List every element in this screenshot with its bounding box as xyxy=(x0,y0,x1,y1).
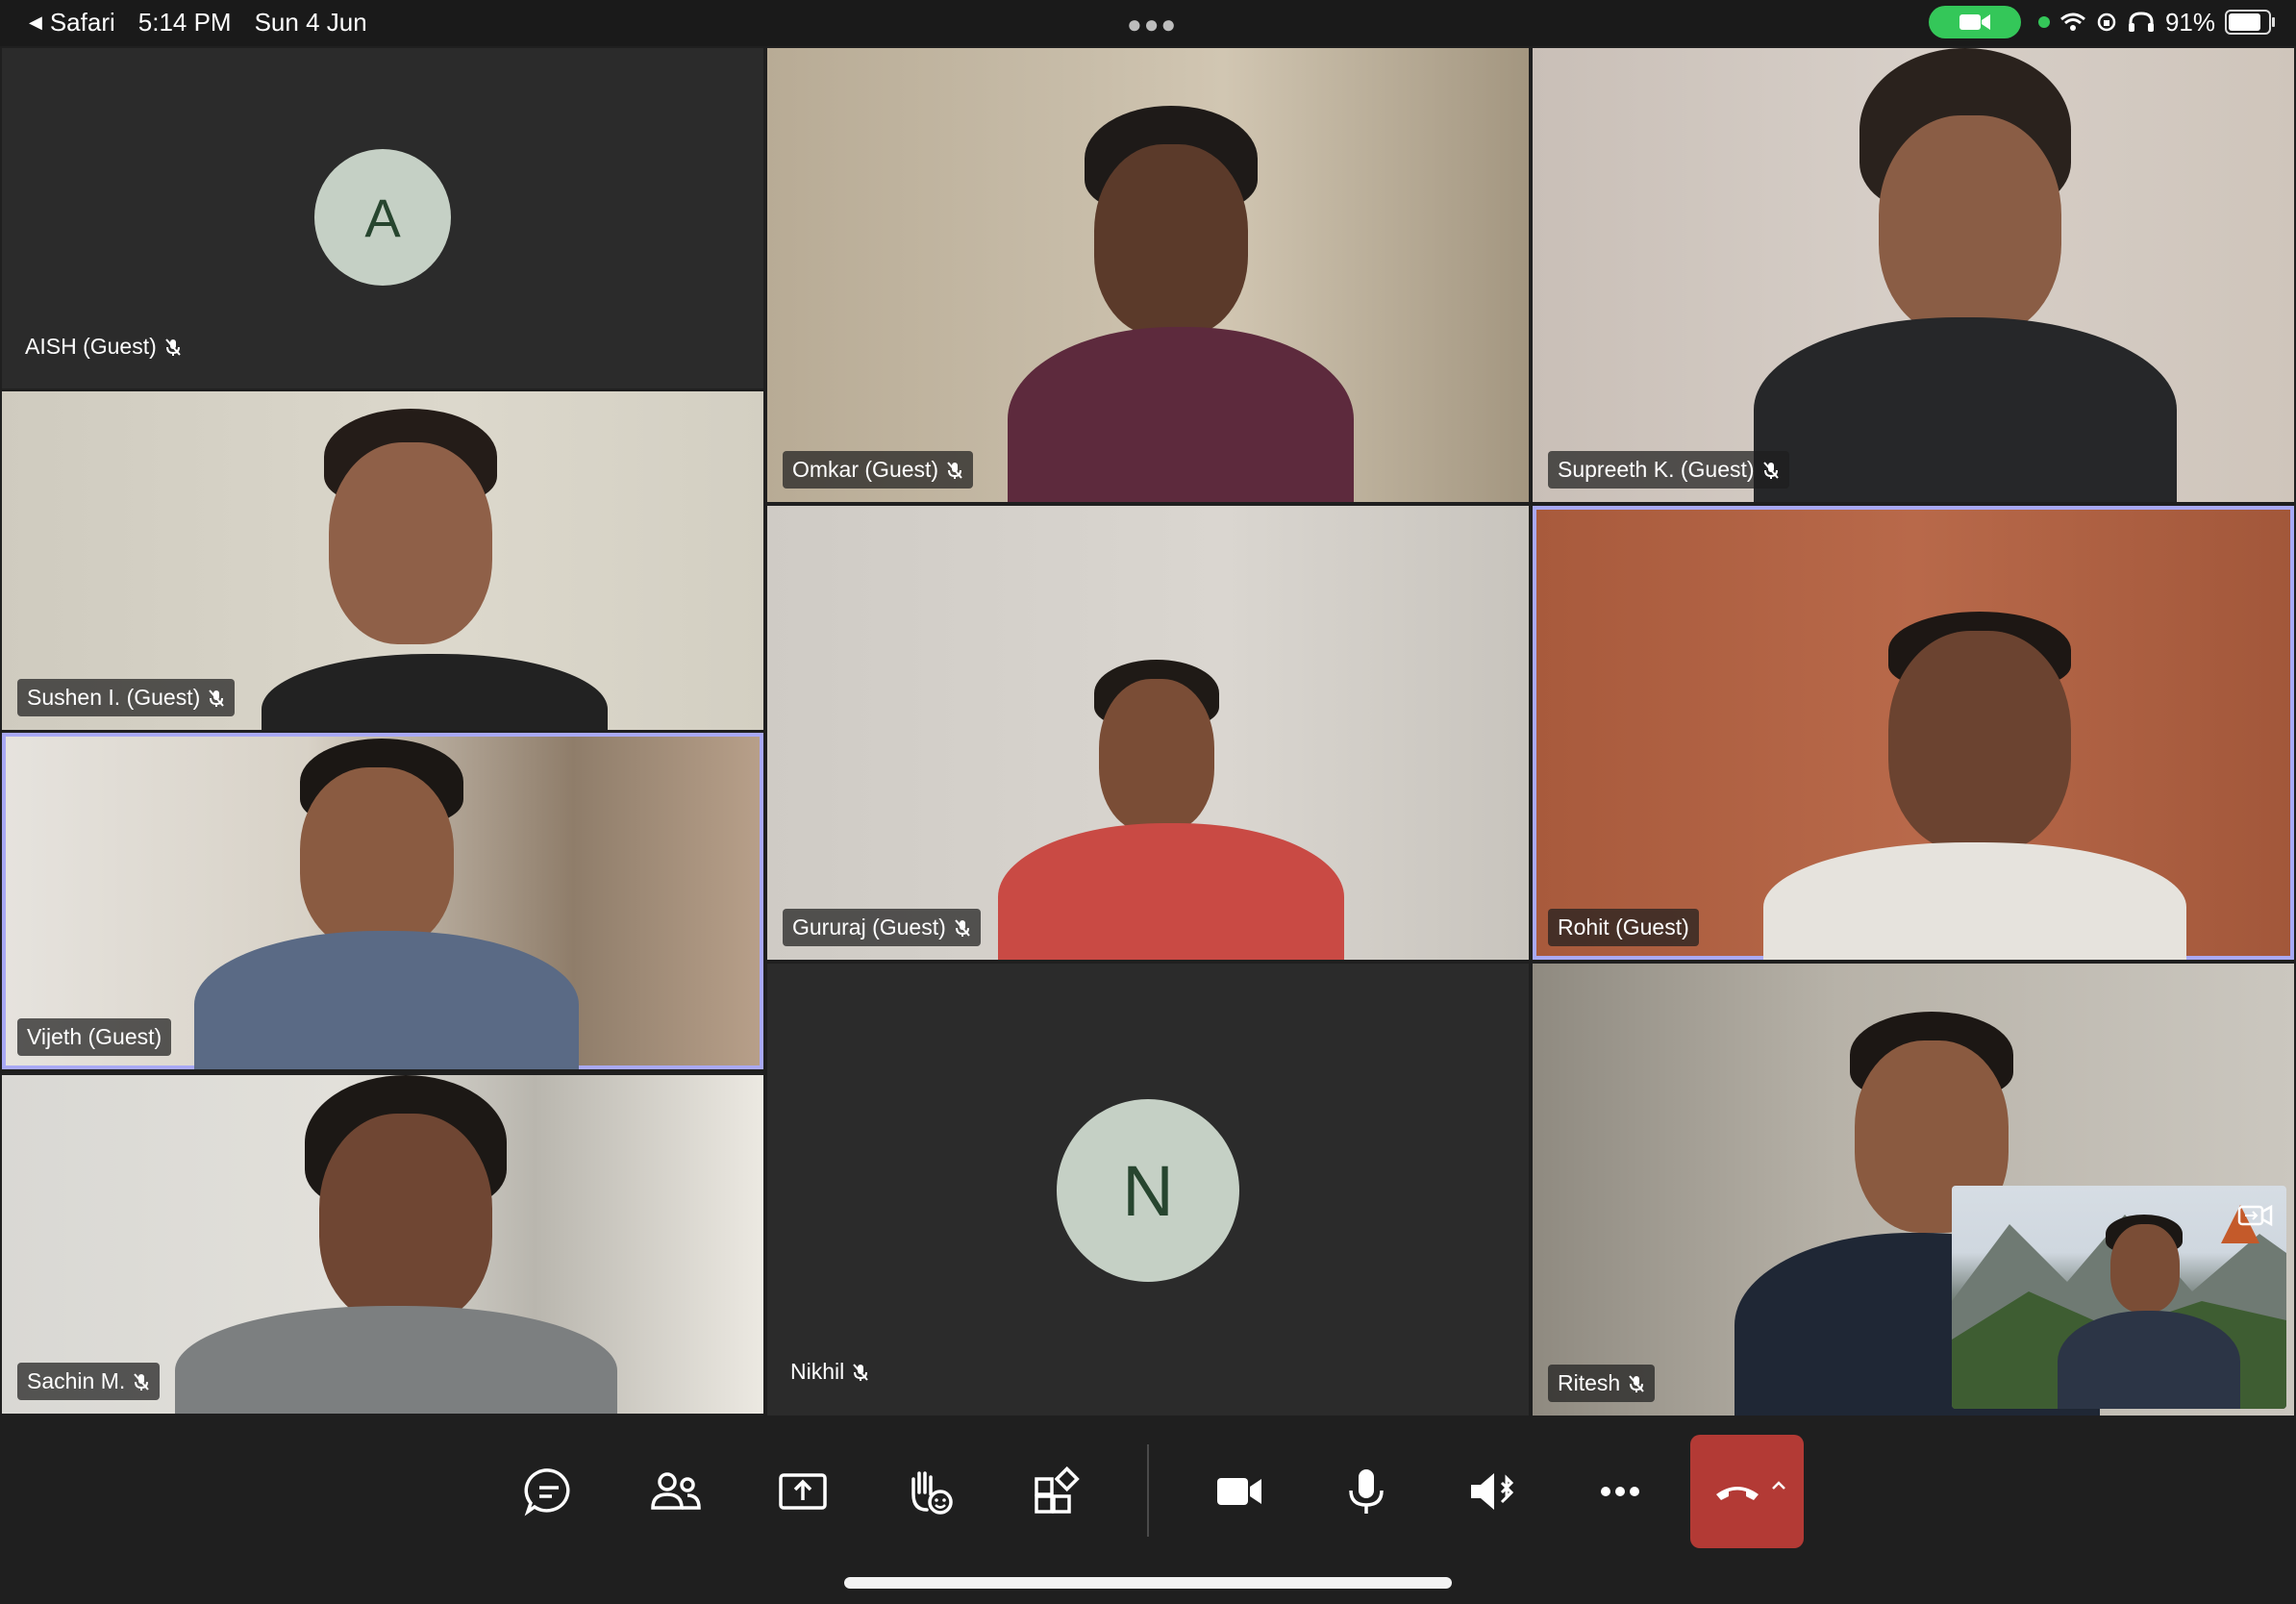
participant-tile-nikhil[interactable]: N Nikhil xyxy=(767,964,1529,1416)
mic-off-icon xyxy=(853,1363,868,1381)
participant-video xyxy=(175,739,598,1069)
participant-name: Gururaj (Guest) xyxy=(792,915,946,940)
microphone-icon xyxy=(1349,1469,1384,1514)
multitasking-dots-icon[interactable]: ●●● xyxy=(1127,10,1178,39)
participant-name-tag: Sushen I. (Guest) xyxy=(17,679,236,716)
participant-tile-gururaj[interactable]: Gururaj (Guest) xyxy=(767,506,1529,960)
share-screen-button[interactable] xyxy=(746,1435,860,1548)
participant-tile-sushen[interactable]: Sushen I. (Guest) xyxy=(2,391,763,730)
battery-icon xyxy=(2225,10,2275,35)
participant-name: AISH (Guest) xyxy=(25,334,157,359)
orientation-lock-icon xyxy=(2097,13,2116,32)
participant-name: Rohit (Guest) xyxy=(1558,915,1689,940)
mic-off-icon xyxy=(1762,461,1779,479)
meeting-toolbar xyxy=(0,1416,2296,1604)
participant-tile-supreeth[interactable]: Supreeth K. (Guest) xyxy=(1533,48,2294,502)
camera-toggle-button[interactable] xyxy=(1183,1435,1296,1548)
raise-hand-icon xyxy=(911,1471,953,1515)
participant-tile-vijeth[interactable]: Vijeth (Guest) xyxy=(2,733,763,1069)
participant-video xyxy=(233,409,636,730)
participants-button[interactable] xyxy=(619,1435,733,1548)
self-video xyxy=(2058,1215,2250,1409)
share-screen-icon xyxy=(779,1473,827,1510)
camera-in-use-indicator xyxy=(1928,6,2021,38)
video-camera-icon xyxy=(1959,14,1990,30)
headphones-icon xyxy=(2128,12,2154,32)
participant-name-tag: Ritesh xyxy=(1548,1365,1656,1402)
more-options-button[interactable] xyxy=(1563,1435,1677,1548)
microphone-toggle-button[interactable] xyxy=(1310,1435,1423,1548)
participant-name-tag: Supreeth K. (Guest) xyxy=(1548,451,1789,489)
participant-name-tag: Vijeth (Guest) xyxy=(17,1018,172,1056)
participant-avatar: A xyxy=(314,149,451,286)
speaker-bluetooth-icon xyxy=(1471,1473,1514,1510)
mic-off-icon xyxy=(955,918,970,937)
self-view[interactable] xyxy=(1952,1186,2286,1409)
participant-tile-omkar[interactable]: Omkar (Guest) xyxy=(767,48,1529,502)
people-icon xyxy=(651,1472,701,1510)
back-app-label[interactable]: Safari xyxy=(50,8,115,38)
participant-tile-aish[interactable]: A AISH (Guest) xyxy=(2,48,763,388)
back-arrow-icon[interactable]: ◀ xyxy=(29,13,42,33)
chat-button[interactable] xyxy=(492,1435,606,1548)
participant-video xyxy=(1744,612,2206,960)
chevron-up-icon[interactable] xyxy=(1771,1481,1786,1491)
home-indicator[interactable] xyxy=(844,1577,1452,1589)
participant-video xyxy=(1008,106,1354,502)
apps-icon xyxy=(1035,1466,1080,1514)
switch-camera-icon[interactable] xyxy=(2236,1199,2273,1230)
participant-video xyxy=(960,660,1383,960)
participant-name: Nikhil xyxy=(790,1359,845,1384)
more-icon xyxy=(1601,1487,1639,1496)
participant-name-tag: AISH (Guest) xyxy=(15,328,191,365)
mic-off-icon xyxy=(134,1372,150,1391)
participant-avatar: N xyxy=(1057,1099,1239,1282)
participant-name-tag: Sachin M. xyxy=(17,1363,161,1400)
reactions-button[interactable] xyxy=(873,1435,986,1548)
status-time: 5:14 PM xyxy=(137,8,232,37)
wifi-icon xyxy=(2059,13,2085,31)
participant-name-tag: Rohit (Guest) xyxy=(1548,909,1699,946)
participant-name: Supreeth K. (Guest) xyxy=(1558,457,1755,482)
participant-tile-sachin[interactable]: Sachin M. xyxy=(2,1075,763,1414)
mic-off-icon xyxy=(947,461,962,479)
participant-name: Sachin M. xyxy=(27,1368,126,1393)
chat-icon xyxy=(524,1468,570,1516)
toolbar-divider xyxy=(1147,1444,1149,1537)
participant-name: Omkar (Guest) xyxy=(792,457,939,482)
hang-up-button[interactable] xyxy=(1690,1435,1804,1548)
privacy-indicator-dot xyxy=(2037,16,2050,28)
mic-off-icon xyxy=(1629,1374,1644,1392)
audio-output-button[interactable] xyxy=(1436,1435,1550,1548)
participant-name-tag: Omkar (Guest) xyxy=(783,451,974,489)
participant-name-tag: Nikhil xyxy=(781,1353,879,1391)
participant-name: Vijeth (Guest) xyxy=(27,1024,162,1049)
hang-up-icon xyxy=(1716,1487,1759,1500)
participant-name: Ritesh xyxy=(1558,1370,1621,1395)
participant-video xyxy=(175,1075,617,1414)
apps-button[interactable] xyxy=(1000,1435,1113,1548)
mic-off-icon xyxy=(209,689,225,707)
participant-name-tag: Gururaj (Guest) xyxy=(783,909,981,946)
mic-off-icon xyxy=(165,338,181,356)
camera-icon xyxy=(1217,1478,1261,1505)
participant-tile-rohit[interactable]: Rohit (Guest) xyxy=(1533,506,2294,960)
participant-name: Sushen I. (Guest) xyxy=(27,685,201,710)
battery-percent: 91% xyxy=(2164,7,2215,37)
participant-video xyxy=(1754,48,2177,502)
status-date: Sun 4 Jun xyxy=(254,8,367,37)
status-bar: ◀ Safari 5:14 PM Sun 4 Jun ●●● 91% xyxy=(0,0,2296,46)
